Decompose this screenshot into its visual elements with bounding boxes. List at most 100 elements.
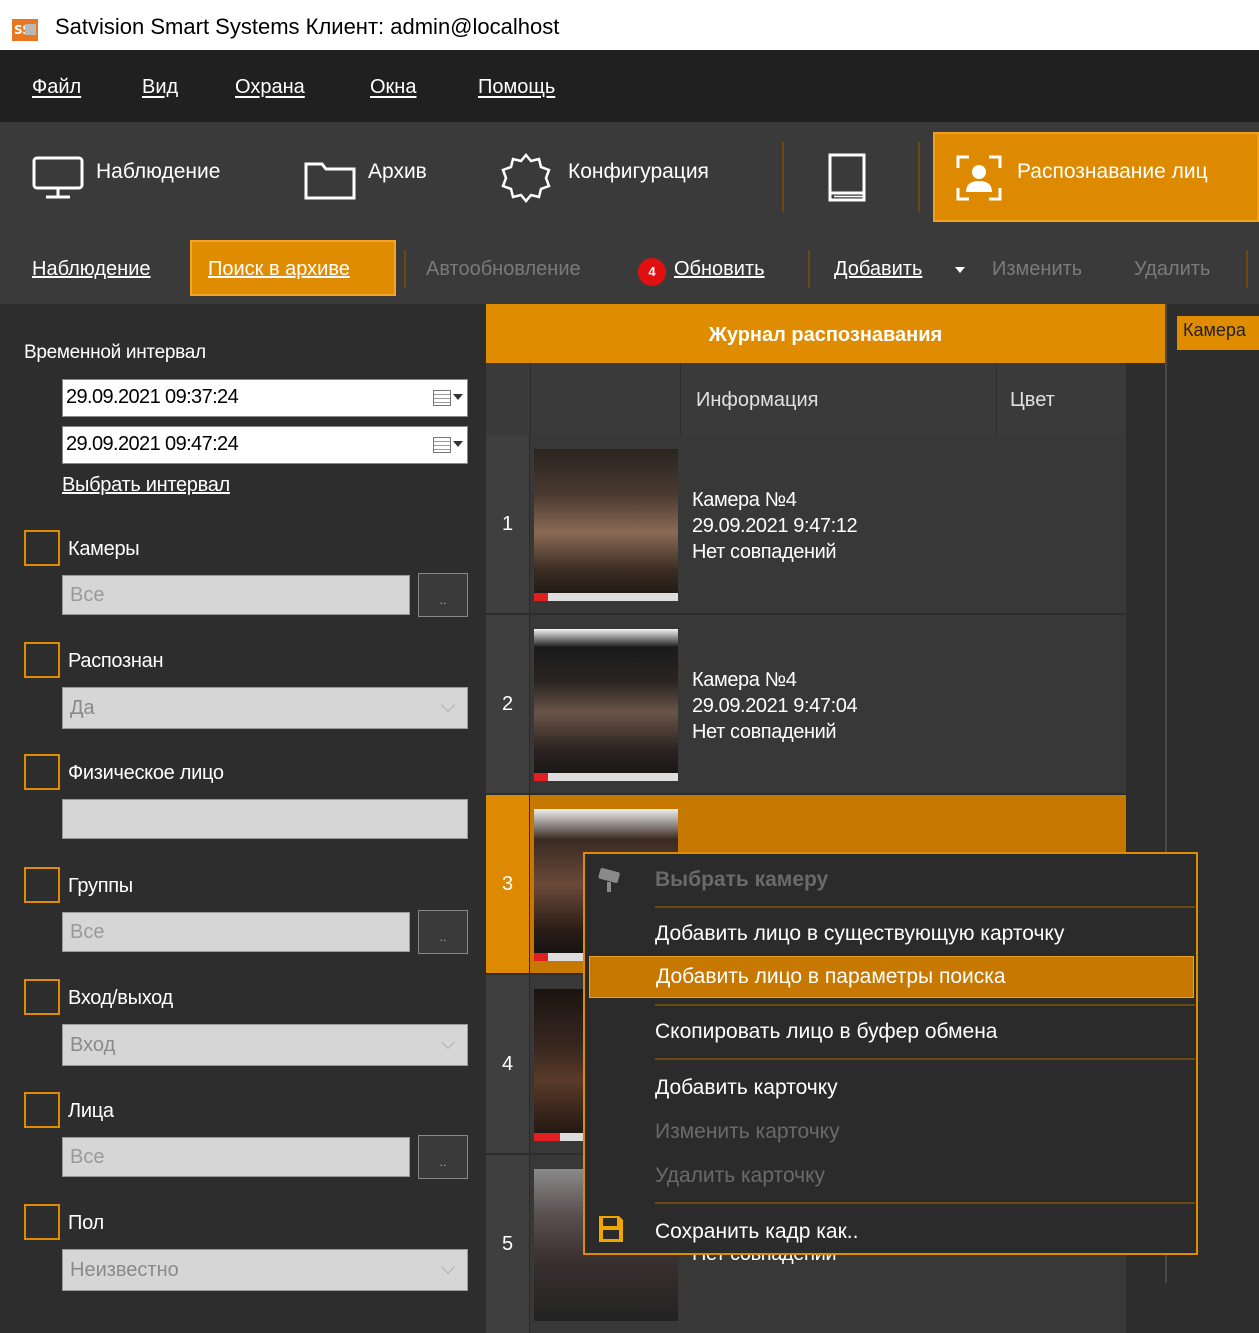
column-header-color[interactable]: Цвет — [1010, 389, 1055, 412]
person-checkbox[interactable] — [24, 754, 60, 790]
chevron-down-icon[interactable] — [453, 441, 463, 447]
choose-interval-link[interactable]: Выбрать интервал — [62, 474, 230, 497]
date-from-field[interactable]: 29.09.2021 09:37:24 — [62, 379, 468, 417]
menu-item-delete-card[interactable]: Удалить карточку — [655, 1164, 825, 1188]
tab-archive-search[interactable]: Поиск в архиве — [190, 240, 396, 296]
mode-face-recognition-label: Распознавание лиц — [1017, 160, 1208, 183]
entry-exit-select-value: Вход — [70, 1034, 116, 1056]
row-camera: Камера №4 — [692, 489, 797, 511]
book-icon[interactable] — [826, 152, 870, 204]
menu-view[interactable]: Вид — [142, 76, 178, 99]
chevron-down-icon — [440, 697, 456, 713]
menu-file[interactable]: Файл — [32, 76, 81, 99]
recognized-select-value: Да — [70, 697, 95, 719]
menu-item-add-to-search[interactable]: Добавить лицо в параметры поиска — [656, 965, 1006, 989]
camera-icon — [598, 868, 620, 892]
menu-separator — [655, 1058, 1195, 1060]
person-input[interactable] — [62, 799, 468, 839]
recognized-select[interactable]: Да — [62, 687, 468, 729]
face-thumbnail — [534, 629, 678, 781]
table-row[interactable]: 2 Камера №4 29.09.2021 9:47:04 Нет совпа… — [486, 615, 1126, 793]
time-interval-label: Временной интервал — [24, 342, 206, 363]
row-number: 4 — [486, 975, 530, 1153]
camera-tab[interactable]: Камера — [1177, 316, 1259, 350]
auto-update-button[interactable]: Автообновление — [426, 258, 581, 281]
faces-label: Лица — [68, 1100, 114, 1122]
update-button[interactable]: Обновить — [674, 258, 765, 281]
gender-select-value: Неизвестно — [70, 1259, 179, 1281]
mode-separator — [918, 142, 920, 212]
menu-bar: Файл Вид Охрана Окна Помощь — [0, 50, 1259, 122]
row-number: 2 — [486, 615, 530, 793]
face-thumbnail — [534, 449, 678, 601]
recognized-label: Распознан — [68, 650, 164, 672]
journal-title: Журнал распознавания — [486, 304, 1165, 363]
edit-button[interactable]: Изменить — [992, 258, 1082, 281]
menu-item-edit-card[interactable]: Изменить карточку — [655, 1120, 840, 1144]
calendar-icon[interactable] — [433, 390, 451, 406]
menu-item-copy-face[interactable]: Скопировать лицо в буфер обмена — [655, 1020, 997, 1044]
toolbar-separator — [1246, 250, 1248, 288]
table-header: Информация Цвет — [486, 363, 1126, 435]
mode-observation-label: Наблюдение — [96, 160, 221, 183]
recognized-checkbox[interactable] — [24, 642, 60, 678]
calendar-icon[interactable] — [433, 437, 451, 453]
menu-item-add-card[interactable]: Добавить карточку — [655, 1076, 838, 1100]
row-match: Нет совпадений — [692, 541, 837, 563]
gear-icon — [501, 153, 551, 203]
toolbar-separator — [404, 250, 406, 288]
menu-item-add-to-existing-card[interactable]: Добавить лицо в существующую карточку — [655, 922, 1064, 946]
cameras-label: Камеры — [68, 538, 140, 560]
mode-configuration-label: Конфигурация — [568, 160, 709, 183]
add-button[interactable]: Добавить — [834, 258, 922, 281]
menu-windows[interactable]: Окна — [370, 76, 416, 99]
row-number: 5 — [486, 1155, 530, 1333]
column-header-info[interactable]: Информация — [696, 389, 818, 412]
delete-button[interactable]: Удалить — [1134, 258, 1210, 281]
date-to-field[interactable]: 29.09.2021 09:47:24 — [62, 426, 468, 464]
menu-separator — [655, 1202, 1195, 1204]
progress-bar — [534, 773, 678, 781]
tab-observation[interactable]: Наблюдение — [32, 258, 151, 281]
groups-input[interactable]: Все — [62, 912, 410, 952]
menu-item-add-to-search-highlight[interactable]: Добавить лицо в параметры поиска — [589, 956, 1194, 998]
window-titlebar: SS Satvision Smart Systems Клиент: admin… — [0, 0, 1259, 50]
cameras-browse-button[interactable]: .. — [418, 573, 468, 617]
context-menu: Выбрать камеру Добавить лицо в существую… — [583, 852, 1198, 1255]
menu-item-save-frame[interactable]: Сохранить кадр как.. — [655, 1220, 858, 1244]
faces-browse-button[interactable]: .. — [418, 1135, 468, 1179]
face-scan-icon — [956, 155, 1002, 201]
row-camera: Камера №4 — [692, 669, 797, 691]
cameras-input[interactable]: Все — [62, 575, 410, 615]
person-label: Физическое лицо — [68, 762, 224, 784]
gender-checkbox[interactable] — [24, 1204, 60, 1240]
cameras-checkbox[interactable] — [24, 530, 60, 566]
faces-checkbox[interactable] — [24, 1092, 60, 1128]
faces-input[interactable]: Все — [62, 1137, 410, 1177]
chevron-down-icon — [440, 1034, 456, 1050]
toolbar: Наблюдение Поиск в архиве Автообновление… — [0, 232, 1259, 304]
mode-face-recognition-button[interactable]: Распознавание лиц — [933, 132, 1259, 222]
groups-browse-button[interactable]: .. — [418, 910, 468, 954]
row-info: Камера №4 29.09.2021 9:47:04 Нет совпаде… — [692, 667, 858, 745]
groups-checkbox[interactable] — [24, 867, 60, 903]
gender-select[interactable]: Неизвестно — [62, 1249, 468, 1291]
table-row[interactable]: 1 Камера №4 29.09.2021 9:47:12 Нет совпа… — [486, 435, 1126, 613]
menu-security[interactable]: Охрана — [235, 76, 305, 99]
entry-exit-select[interactable]: Вход — [62, 1024, 468, 1066]
save-icon — [599, 1216, 623, 1242]
progress-bar — [534, 593, 678, 601]
menu-item-select-camera[interactable]: Выбрать камеру — [655, 868, 828, 892]
menu-help[interactable]: Помощь — [478, 76, 555, 99]
tab-archive-search-label: Поиск в архиве — [208, 258, 350, 280]
update-count-badge: 4 — [638, 258, 666, 286]
row-time: 29.09.2021 9:47:12 — [692, 515, 858, 537]
entry-exit-checkbox[interactable] — [24, 979, 60, 1015]
folder-icon — [304, 162, 356, 200]
date-from-value: 29.09.2021 09:37:24 — [66, 386, 239, 408]
app-logo-icon: SS — [12, 19, 38, 41]
add-dropdown-icon[interactable] — [955, 267, 965, 273]
mode-separator — [782, 142, 784, 212]
chevron-down-icon[interactable] — [453, 394, 463, 400]
row-info: Камера №4 29.09.2021 9:47:12 Нет совпаде… — [692, 487, 858, 565]
